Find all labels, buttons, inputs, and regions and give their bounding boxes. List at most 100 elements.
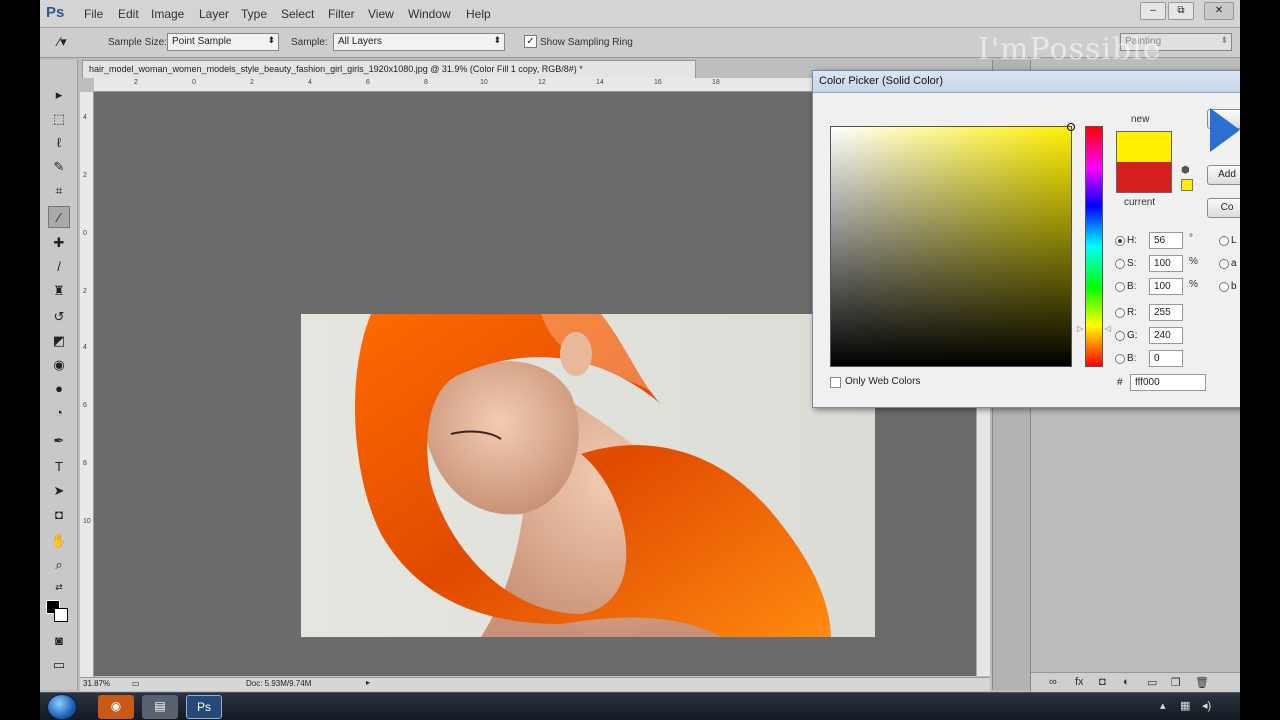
green-radio[interactable]: [1115, 331, 1125, 341]
saturation-radio[interactable]: [1115, 259, 1125, 269]
brush-tool-icon[interactable]: /: [48, 256, 70, 278]
lab-a-radio[interactable]: [1219, 259, 1229, 269]
menu-select[interactable]: Select: [281, 7, 314, 21]
menu-layer[interactable]: Layer: [199, 7, 229, 21]
brightness-input[interactable]: 100: [1149, 278, 1183, 295]
background-color-swatch[interactable]: [54, 608, 68, 622]
saturation-input[interactable]: 100: [1149, 255, 1183, 272]
ruler-h-label: 14: [596, 79, 604, 86]
dropdown-arrow-icon: ⬍: [267, 35, 275, 45]
explorer-taskbar-icon[interactable]: ▤: [142, 695, 178, 719]
show-sampling-ring-checkbox[interactable]: ✓: [524, 35, 537, 48]
current-color-label: current: [1124, 197, 1156, 208]
red-radio[interactable]: [1115, 308, 1125, 318]
tray-arrow-icon[interactable]: ▴: [1160, 699, 1166, 712]
photoshop-taskbar-icon[interactable]: Ps: [186, 695, 222, 719]
quick-mask-icon[interactable]: ◙: [48, 630, 70, 652]
delete-layer-icon[interactable]: 🗑: [1195, 676, 1209, 689]
tools-panel: ▸ ⬚ ℓ ✎ ⌗ ⁄ ✚ / ♜ ↺ ◩ ◉ ● ◔ ✒ T ➤ ◘ ✋ ⌕ …: [40, 60, 78, 690]
link-layers-icon[interactable]: ∞: [1049, 676, 1057, 688]
quick-select-tool-icon[interactable]: ✎: [48, 156, 70, 178]
blue-radio[interactable]: [1115, 354, 1125, 364]
pen-tool-icon[interactable]: ✒: [48, 430, 70, 452]
crop-tool-icon[interactable]: ⌗: [48, 180, 70, 202]
close-button[interactable]: ✕: [1204, 2, 1234, 20]
menu-image[interactable]: Image: [151, 7, 184, 21]
document-tab[interactable]: hair_model_woman_women_models_style_beau…: [82, 60, 696, 78]
zoom-tool-icon[interactable]: ⌕: [48, 554, 70, 576]
menu-help[interactable]: Help: [466, 7, 491, 21]
hex-input[interactable]: fff000: [1130, 374, 1206, 391]
layer-mask-icon[interactable]: ◘: [1099, 676, 1106, 688]
dodge-tool-icon[interactable]: ◔: [48, 402, 70, 424]
new-color-label: new: [1131, 114, 1150, 125]
lasso-tool-icon[interactable]: ℓ: [48, 132, 70, 154]
color-libraries-button[interactable]: Co: [1207, 198, 1240, 218]
status-menu-arrow-icon[interactable]: ▸: [366, 678, 370, 687]
marquee-tool-icon[interactable]: ⬚: [48, 108, 70, 130]
eraser-tool-icon[interactable]: ◩: [48, 330, 70, 352]
ruler-v-label: 4: [83, 344, 87, 351]
hue-radio[interactable]: [1115, 236, 1125, 246]
healing-brush-tool-icon[interactable]: ✚: [48, 232, 70, 254]
ruler-h-label: 16: [654, 79, 662, 86]
web-safe-cube-icon[interactable]: ⬢: [1181, 165, 1190, 176]
hue-slider[interactable]: [1085, 126, 1103, 367]
add-to-swatches-button[interactable]: Add: [1207, 165, 1240, 185]
start-button[interactable]: [47, 694, 77, 720]
menu-edit[interactable]: Edit: [118, 7, 139, 21]
path-select-tool-icon[interactable]: ➤: [48, 480, 70, 502]
new-color-swatch: [1116, 131, 1172, 162]
menu-file[interactable]: File: [84, 7, 103, 21]
screen-mode-icon[interactable]: ▭: [48, 654, 70, 676]
eyedropper-tool-icon[interactable]: ⁄: [48, 206, 70, 228]
sample-size-dropdown[interactable]: Point Sample ⬍: [167, 33, 279, 51]
history-brush-tool-icon[interactable]: ↺: [48, 306, 70, 328]
clone-stamp-tool-icon[interactable]: ♜: [48, 280, 70, 302]
menu-view[interactable]: View: [368, 7, 394, 21]
red-input[interactable]: 255: [1149, 304, 1183, 321]
green-input[interactable]: 240: [1149, 327, 1183, 344]
blur-tool-icon[interactable]: ●: [48, 378, 70, 400]
new-group-icon[interactable]: ▭: [1147, 676, 1157, 689]
tray-network-icon[interactable]: ▦: [1180, 699, 1190, 712]
sample-dropdown[interactable]: All Layers ⬍: [333, 33, 505, 51]
only-web-colors-checkbox[interactable]: [830, 377, 841, 388]
eyedropper-icon[interactable]: ⁄▾: [58, 34, 67, 50]
restore-button[interactable]: ⧉: [1168, 2, 1194, 20]
layer-style-icon[interactable]: fx: [1075, 676, 1084, 688]
move-tool-icon[interactable]: ▸: [48, 84, 70, 106]
minimize-button[interactable]: –: [1140, 2, 1166, 20]
menu-filter[interactable]: Filter: [328, 7, 355, 21]
current-color-swatch[interactable]: [1116, 162, 1172, 193]
brightness-radio[interactable]: [1115, 282, 1125, 292]
hue-slider-left-arrow-icon[interactable]: ▷: [1077, 324, 1083, 333]
ruler-h-label: 0: [192, 79, 196, 86]
lab-l-radio[interactable]: [1219, 236, 1229, 246]
new-layer-icon[interactable]: ❐: [1171, 676, 1181, 689]
web-safe-color-swatch[interactable]: [1181, 179, 1193, 191]
tray-volume-icon[interactable]: ◂): [1202, 699, 1211, 712]
only-web-colors-label: Only Web Colors: [845, 376, 921, 387]
lab-a-label: a: [1231, 258, 1237, 269]
type-tool-icon[interactable]: T: [48, 456, 70, 478]
hand-tool-icon[interactable]: ✋: [48, 530, 70, 552]
adjustment-layer-icon[interactable]: ◐: [1123, 676, 1130, 688]
color-field-cursor[interactable]: [1067, 123, 1075, 131]
hue-slider-right-arrow-icon[interactable]: ◁: [1105, 324, 1111, 333]
lab-b-radio[interactable]: [1219, 282, 1229, 292]
sample-label: Sample:: [291, 37, 328, 48]
ruler-v-label: 2: [83, 172, 87, 179]
swap-colors-icon[interactable]: ⇄: [48, 576, 70, 598]
firefox-taskbar-icon[interactable]: ◉: [98, 695, 134, 719]
blue-input[interactable]: 0: [1149, 350, 1183, 367]
shape-tool-icon[interactable]: ◘: [48, 504, 70, 526]
menu-window[interactable]: Window: [408, 7, 451, 21]
hue-input[interactable]: 56: [1149, 232, 1183, 249]
menu-type[interactable]: Type: [241, 7, 267, 21]
paint-bucket-tool-icon[interactable]: ◉: [48, 354, 70, 376]
blue-label: B:: [1127, 353, 1137, 364]
document-image[interactable]: [301, 314, 875, 637]
saturation-brightness-field[interactable]: [830, 123, 1075, 367]
zoom-level[interactable]: 31.87%: [83, 679, 110, 688]
